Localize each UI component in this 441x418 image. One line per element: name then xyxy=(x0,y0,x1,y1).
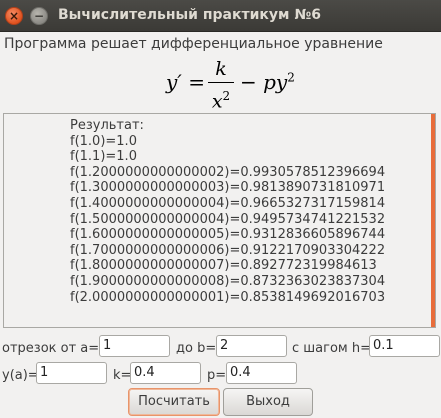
segment-label: отрезок от a= xyxy=(2,341,100,356)
ya-input[interactable]: 1 xyxy=(36,362,107,384)
result-line: Результат: xyxy=(70,118,144,133)
k-input[interactable]: 0.4 xyxy=(130,362,201,384)
equation-rhs-main: − py xyxy=(240,70,288,94)
result-lines: Результат: f(1.0)=1.0 f(1.1)=1.0 f(1.200… xyxy=(70,118,385,305)
minimize-icon[interactable]: − xyxy=(30,7,48,25)
b-input[interactable]: 2 xyxy=(216,335,287,357)
equation-rhs-power: 2 xyxy=(287,70,295,85)
compute-button[interactable]: Посчитать xyxy=(128,388,220,416)
equation-denominator-base: x xyxy=(211,90,223,113)
result-line: f(1.7000000000000006)=0.9122170903304222 xyxy=(70,242,386,258)
equation-lhs: y′ = xyxy=(166,70,205,94)
a-input[interactable]: 1 xyxy=(99,335,170,357)
equation-denominator-power: 2 xyxy=(222,89,231,103)
b-label: до b= xyxy=(176,341,217,356)
h-input[interactable]: 0.1 xyxy=(369,335,440,357)
equation-formula: y′ = k x2 − py2 xyxy=(160,58,295,112)
window-titlebar: × − Вычислительный практикум №6 xyxy=(0,0,441,32)
equation-rhs: − py2 xyxy=(240,70,295,94)
result-line: f(1.5000000000000004)=0.9495734741221532 xyxy=(70,211,386,227)
result-scrollbar[interactable] xyxy=(431,114,435,327)
result-line: f(2.0000000000000001)=0.8538149692016703 xyxy=(70,289,386,305)
equation-denominator: x2 xyxy=(208,85,234,112)
ya-label: y(a)= xyxy=(2,368,39,383)
p-label: p= xyxy=(207,368,227,383)
result-line: f(1.0)=1.0 xyxy=(70,133,137,149)
result-line: f(1.9000000000000008)=0.8732363023837304 xyxy=(70,273,386,289)
result-line: f(1.6000000000000005)=0.9312836605896744 xyxy=(70,227,386,243)
window-title: Вычислительный практикум №6 xyxy=(58,7,321,23)
result-line: f(1.8000000000000007)=0.892772319984613 xyxy=(70,258,377,274)
fraction-bar xyxy=(208,82,234,83)
h-label: с шагом h= xyxy=(292,341,371,356)
result-line: f(1.3000000000000003)=0.9813890731810971 xyxy=(70,180,386,196)
result-line: f(1.1)=1.0 xyxy=(70,149,137,165)
equation-fraction: k x2 xyxy=(208,58,234,112)
program-description: Программа решает дифференциальное уравне… xyxy=(4,36,383,52)
close-icon[interactable]: × xyxy=(5,7,23,25)
result-textarea[interactable]: Результат: f(1.0)=1.0 f(1.1)=1.0 f(1.200… xyxy=(3,113,436,328)
p-input[interactable]: 0.4 xyxy=(226,362,297,384)
exit-button[interactable]: Выход xyxy=(223,388,313,416)
k-label: k= xyxy=(113,368,132,383)
result-line: f(1.2000000000000002)=0.9930578512396694 xyxy=(70,164,386,180)
result-line: f(1.4000000000000004)=0.9665327317159814 xyxy=(70,195,386,211)
equation-numerator: k xyxy=(215,58,227,80)
